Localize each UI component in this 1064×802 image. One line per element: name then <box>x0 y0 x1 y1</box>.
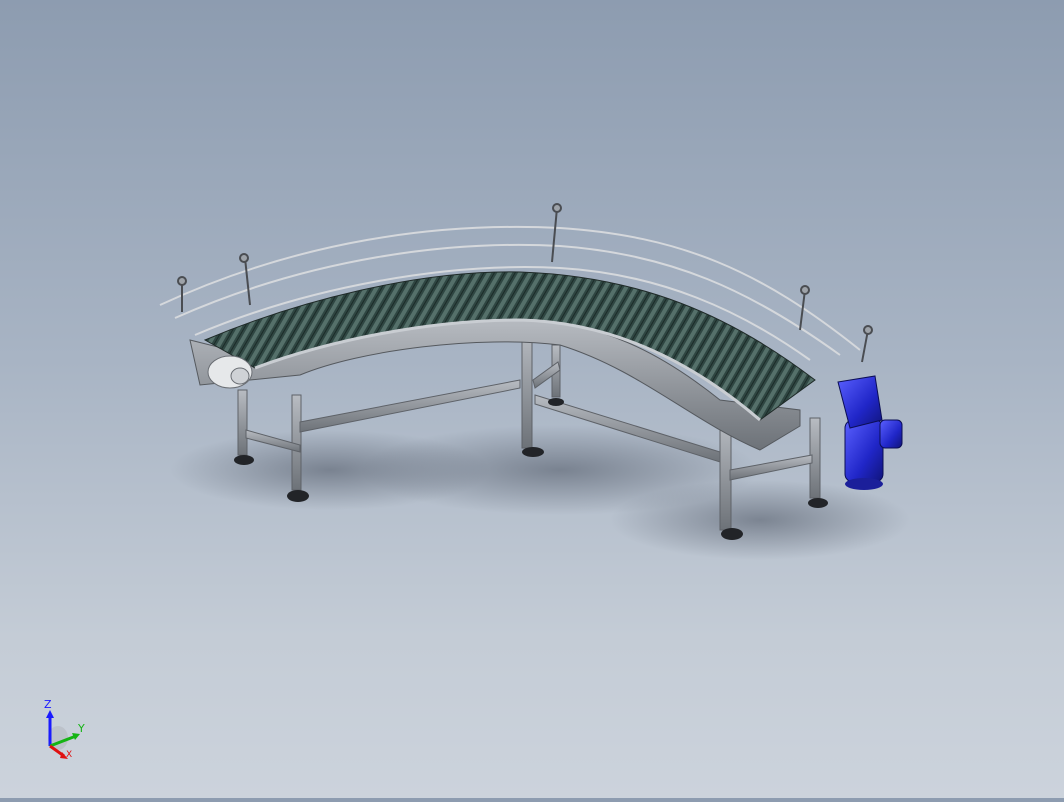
gear-motor <box>837 375 903 490</box>
3d-viewport[interactable]: Z Y X <box>0 0 1064 798</box>
x-axis-label: X <box>66 750 73 760</box>
y-axis-label: Y <box>78 722 85 735</box>
coordinate-triad: Z Y X <box>38 698 90 764</box>
z-axis-label: Z <box>44 698 52 711</box>
conveyor-model[interactable] <box>0 0 1064 798</box>
idler-roller <box>207 355 253 389</box>
